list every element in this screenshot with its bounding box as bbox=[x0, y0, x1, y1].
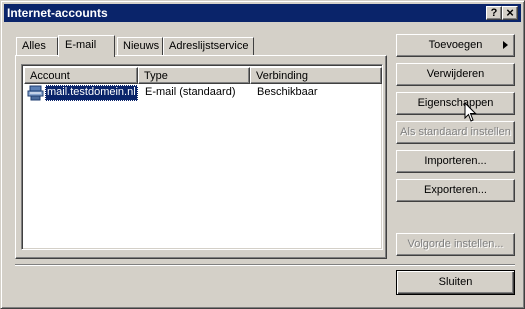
add-button[interactable]: Toevoegen bbox=[396, 34, 515, 57]
mouse-pointer-icon bbox=[464, 102, 477, 122]
column-header-account[interactable]: Account bbox=[24, 67, 138, 84]
mail-server-icon bbox=[27, 85, 44, 101]
account-connection: Beschikbaar bbox=[257, 86, 318, 98]
accounts-list[interactable]: Account Type Verbinding mail.testdomein.… bbox=[21, 64, 383, 250]
separator-highlight bbox=[15, 265, 515, 266]
close-button[interactable]: Sluiten bbox=[396, 270, 515, 295]
tab-adreslijstservice[interactable]: Adreslijstservice bbox=[163, 37, 254, 56]
column-header-connection[interactable]: Verbinding bbox=[250, 67, 382, 84]
submenu-arrow-icon bbox=[503, 41, 508, 49]
account-type: E-mail (standaard) bbox=[145, 86, 236, 98]
help-button[interactable]: ? bbox=[486, 6, 502, 20]
list-header: Account Type Verbinding bbox=[24, 67, 382, 84]
column-header-type[interactable]: Type bbox=[138, 67, 250, 84]
add-button-label: Toevoegen bbox=[428, 39, 483, 51]
list-item[interactable]: mail.testdomein.nl E-mail (standaard) Be… bbox=[24, 85, 380, 101]
set-default-button[interactable]: Als standaard instellen bbox=[396, 121, 515, 144]
tab-nieuws[interactable]: Nieuws bbox=[117, 37, 163, 56]
remove-button[interactable]: Verwijderen bbox=[396, 63, 515, 86]
export-button[interactable]: Exporteren... bbox=[396, 179, 515, 202]
import-button[interactable]: Importeren... bbox=[396, 150, 515, 173]
title-bar[interactable]: Internet-accounts ? × bbox=[4, 4, 521, 22]
window-title: Internet-accounts bbox=[7, 6, 108, 20]
dialog-window: Internet-accounts ? × Alles E-mail Nieuw… bbox=[0, 0, 525, 309]
set-order-button[interactable]: Volgorde instellen... bbox=[396, 233, 515, 256]
tab-email[interactable]: E-mail bbox=[58, 35, 115, 57]
close-window-button[interactable]: × bbox=[502, 6, 518, 20]
account-name: mail.testdomein.nl bbox=[45, 85, 138, 101]
properties-button[interactable]: Eigenschappen bbox=[396, 92, 515, 115]
tab-alles[interactable]: Alles bbox=[16, 37, 58, 56]
